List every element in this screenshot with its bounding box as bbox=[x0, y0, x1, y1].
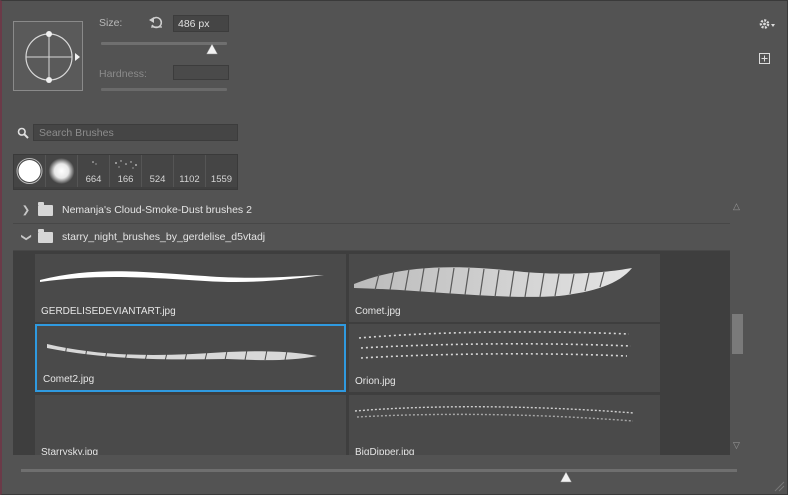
search-box[interactable] bbox=[33, 124, 238, 141]
brush-group-expanded[interactable]: ❯ starry_night_brushes_by_gerdelise_d5vt… bbox=[13, 224, 730, 251]
scroll-down-icon[interactable]: ▽ bbox=[733, 440, 740, 451]
hardness-label: Hardness: bbox=[99, 68, 147, 80]
folder-icon bbox=[38, 228, 53, 243]
search-input[interactable] bbox=[33, 124, 238, 141]
brush-group-name: Nemanja's Cloud-Smoke-Dust brushes 2 bbox=[62, 204, 252, 216]
preview-size-slider-handle[interactable] bbox=[560, 471, 572, 486]
preset-hard-round[interactable] bbox=[14, 155, 46, 187]
search-icon bbox=[17, 127, 29, 139]
brush-stroke-preview bbox=[354, 267, 632, 298]
preset-166[interactable]: 166 bbox=[110, 155, 142, 187]
folder-icon bbox=[38, 201, 53, 216]
size-label: Size: bbox=[99, 17, 123, 29]
reset-icon[interactable] bbox=[148, 14, 164, 30]
preset-1102[interactable]: 1102 bbox=[174, 155, 206, 187]
preset-1559[interactable]: 1559 bbox=[206, 155, 237, 187]
brush-name: Comet2.jpg bbox=[43, 374, 95, 385]
brush-group-collapsed[interactable]: ❯ Nemanja's Cloud-Smoke-Dust brushes 2 bbox=[13, 197, 730, 224]
brush-stroke-preview bbox=[40, 271, 324, 283]
brush-tile[interactable]: BigDipper.jpg bbox=[349, 395, 660, 455]
preset-524[interactable]: 524 bbox=[142, 155, 174, 187]
hardness-slider-track[interactable] bbox=[101, 88, 227, 91]
size-field[interactable]: 486 px bbox=[173, 15, 229, 32]
scrollbar-thumb[interactable] bbox=[732, 314, 743, 354]
brush-tile[interactable]: Starrysky.jpg bbox=[35, 395, 346, 455]
chevron-right-icon[interactable]: ❯ bbox=[20, 205, 32, 216]
brush-angle-roundness-widget[interactable] bbox=[14, 22, 84, 92]
brush-name: Comet.jpg bbox=[355, 306, 401, 317]
preset-soft-round[interactable] bbox=[46, 155, 78, 187]
brush-stroke-preview bbox=[354, 406, 635, 422]
brush-name: GERDELISEDEVIANTART.jpg bbox=[41, 306, 176, 317]
recent-brush-presets: 664 166 524 1102 1559 bbox=[13, 154, 238, 190]
brush-list: ❯ Nemanja's Cloud-Smoke-Dust brushes 2 ❯… bbox=[13, 197, 730, 455]
preview-size-slider[interactable] bbox=[21, 469, 737, 472]
brush-name: Orion.jpg bbox=[355, 376, 396, 387]
scroll-up-icon[interactable]: △ bbox=[733, 201, 740, 212]
resize-grip-icon[interactable] bbox=[773, 480, 785, 495]
brush-tip-preview[interactable] bbox=[13, 21, 83, 91]
size-slider-handle[interactable] bbox=[206, 43, 218, 58]
preset-664[interactable]: 664 bbox=[78, 155, 110, 187]
brush-name: BigDipper.jpg bbox=[355, 447, 415, 455]
brush-tile[interactable]: Orion.jpg bbox=[349, 324, 660, 392]
new-brush-icon[interactable] bbox=[759, 53, 771, 65]
brush-tile[interactable]: Comet.jpg bbox=[349, 254, 660, 322]
brush-name: Starrysky.jpg bbox=[41, 447, 99, 455]
brush-stroke-preview bbox=[47, 343, 317, 362]
brush-group-name: starry_night_brushes_by_gerdelise_d5vtad… bbox=[62, 231, 266, 243]
chevron-down-icon[interactable]: ❯ bbox=[21, 231, 32, 243]
brush-stroke-preview bbox=[358, 331, 632, 359]
gear-icon[interactable] bbox=[758, 17, 776, 31]
brush-tile[interactable]: GERDELISEDEVIANTART.jpg bbox=[35, 254, 346, 322]
brush-tile-selected[interactable]: Comet2.jpg bbox=[35, 324, 346, 392]
hardness-field[interactable] bbox=[173, 65, 229, 80]
